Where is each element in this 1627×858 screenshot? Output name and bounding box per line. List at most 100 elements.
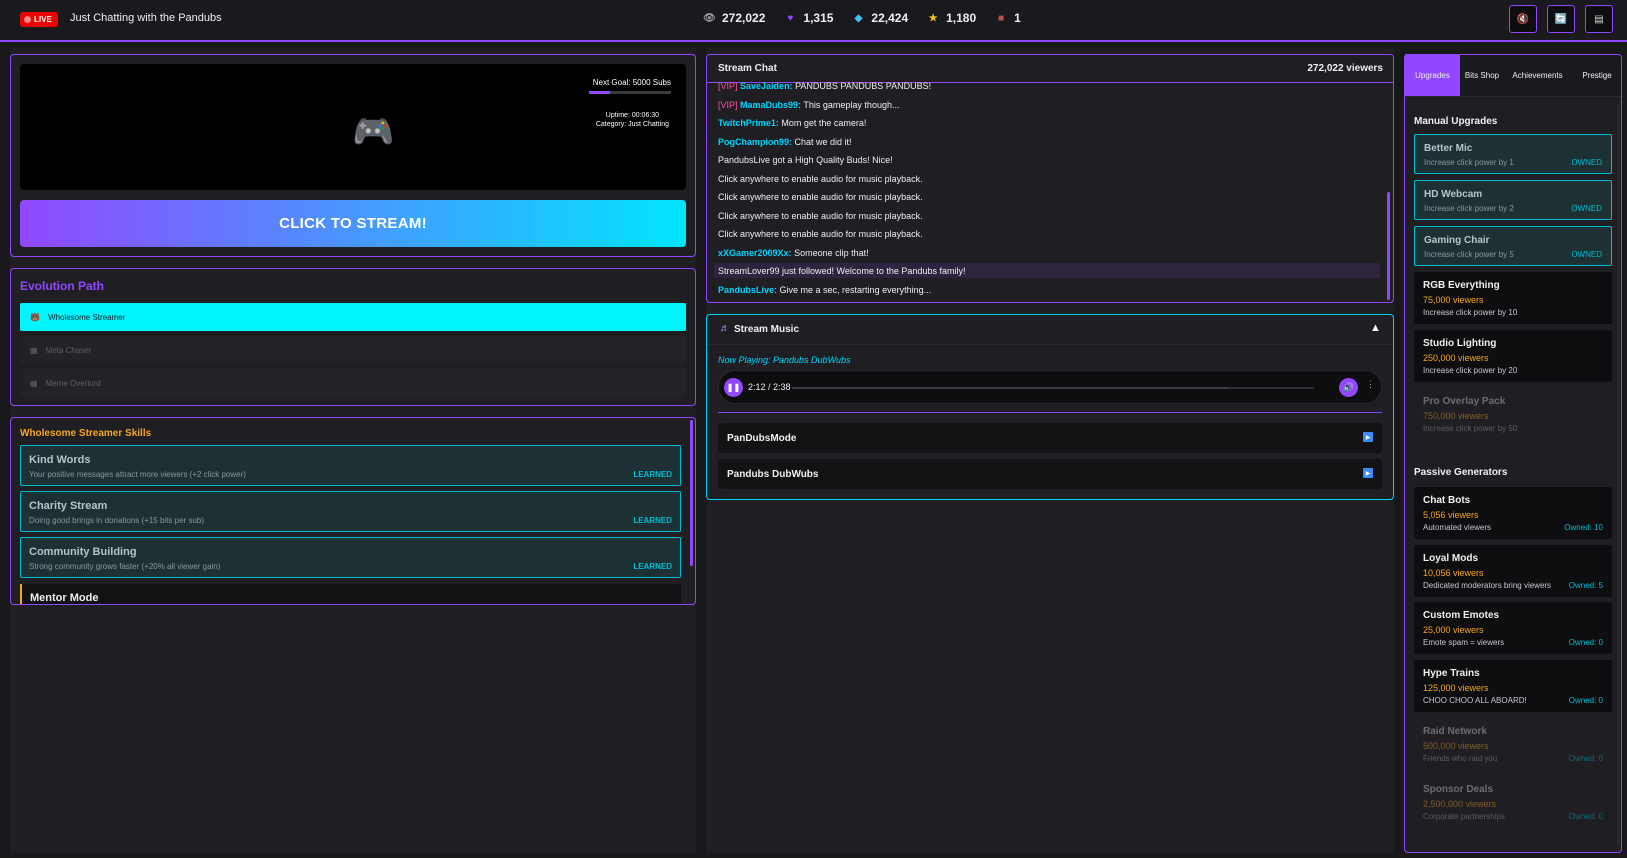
briefcase-icon: ■ [998,12,1005,24]
chat-viewers: 272,022 viewers [1307,63,1383,74]
skill-status: LEARNED [633,562,672,571]
generator-cost: 2,500,000 viewers [1423,799,1497,809]
track-item[interactable]: Pandubs DubWubs ▶ [718,459,1382,489]
sub-goal: Next Goal: 5000 Subs [589,78,671,94]
upgrade-rgb-everything[interactable]: RGB Everything 75,000 viewers Increase c… [1414,272,1612,324]
chat-username[interactable]: TwitchPrime1: [718,118,779,128]
upgrade-status: OWNED [1571,250,1602,259]
live-label: LIVE [34,15,52,24]
lock-icon: ▦ [30,345,38,355]
skill-name: Mentor Mode [30,592,99,604]
evolution-item-label: Wholesome Streamer [47,312,126,322]
track-name: PanDubsMode [727,433,797,444]
chat-header [707,55,1393,83]
refresh-button[interactable]: 🔄 [1547,5,1575,33]
skills-scrollbar[interactable] [690,420,693,566]
evolution-item-label: Meme Overlord [45,378,101,388]
skill-charity-stream[interactable]: Charity Stream Doing good brings in dona… [20,491,681,532]
upgrades-scrollbar[interactable] [1617,105,1620,845]
evolution-item-meta-chaser[interactable]: ▦ Meta Chaser [20,336,686,364]
generator-cost: 125,000 viewers [1423,683,1489,693]
play-icon[interactable]: ▶ [1363,468,1373,478]
volume-button[interactable]: 🔊 [1339,378,1358,397]
pause-button[interactable]: ❚❚ [724,378,743,397]
mute-button[interactable]: 🔇 [1509,5,1537,33]
play-icon[interactable]: ▶ [1363,432,1373,442]
chat-scrollbar[interactable] [1387,192,1390,300]
refresh-icon: 🔄 [1554,13,1568,25]
upgrade-name: Pro Overlay Pack [1423,396,1506,407]
more-options-icon[interactable]: ⋮ [1366,379,1375,390]
music-note-icon: ♬ [720,323,730,334]
chat-title: Stream Chat [718,63,777,74]
upgrade-name: Gaming Chair [1424,235,1490,246]
upgrade-cost: 750,000 viewers [1423,411,1489,421]
generator-owned: Owned: 10 [1564,523,1603,532]
viewers-stat: 👁 272,022 [703,11,765,25]
collapse-button[interactable]: ▲ [1370,322,1381,334]
chat-username[interactable]: SaveJaiden: [740,81,793,91]
generator-hype-trains[interactable]: Hype Trains 125,000 viewers CHOO CHOO AL… [1414,660,1612,712]
mute-icon: 🔇 [1516,13,1530,25]
prestige-stat: ■ 1 [995,11,1021,25]
upgrade-studio-lighting[interactable]: Studio Lighting 250,000 viewers Increase… [1414,330,1612,382]
chat-message: [VIP] SaveJaiden: PANDUBS PANDUBS PANDUB… [718,81,931,91]
goal-label: Next Goal: 5000 Subs [592,78,671,87]
save-button[interactable]: ▤ [1585,5,1613,33]
seek-bar[interactable] [792,387,1314,389]
upgrade-status: OWNED [1571,204,1602,213]
generator-desc: Dedicated moderators bring viewers [1423,581,1552,590]
tab-achievements[interactable]: Achievements [1505,54,1570,96]
diamond-icon: ◆ [854,12,863,24]
generator-chat-bots[interactable]: Chat Bots 5,056 viewers Automated viewer… [1414,487,1612,539]
chat-message: TwitchPrime1: Mom get the camera! [718,118,866,128]
skill-desc: Your positive messages attract more view… [29,470,246,479]
skill-kind-words[interactable]: Kind Words Your positive messages attrac… [20,445,681,486]
generator-raid-network[interactable]: Raid Network 500,000 viewers Friends who… [1414,718,1612,770]
bear-icon: 🐻 [30,312,40,322]
skill-desc: Strong community grows faster (+20% all … [29,562,221,571]
evolution-item-meme-overlord[interactable]: ▦ Meme Overlord [20,369,686,397]
chat-text: Mom get the camera! [781,118,867,128]
chat-username[interactable]: MamaDubs99: [740,100,801,110]
viewers-value: 272,022 [722,11,766,25]
upgrade-name: Better Mic [1424,143,1473,154]
generator-custom-emotes[interactable]: Custom Emotes 25,000 viewers Emote spam … [1414,602,1612,654]
generator-cost: 5,056 viewers [1423,510,1479,520]
skill-mentor-mode[interactable]: Mentor Mode [20,584,681,604]
vip-badge: [VIP] [718,81,738,91]
subs-stat: ★ 1,180 [927,11,977,25]
star-icon: ★ [928,12,938,24]
generator-loyal-mods[interactable]: Loyal Mods 10,056 viewers Dedicated mode… [1414,545,1612,597]
save-icon: ▤ [1594,13,1604,25]
tab-bits-shop[interactable]: Bits Shop [1462,54,1502,96]
chat-system-message: Click anywhere to enable audio for music… [718,211,923,221]
track-item[interactable]: PanDubsMode ▶ [718,423,1382,453]
skills-title: Wholesome Streamer Skills [20,428,152,439]
generator-sponsor-deals[interactable]: Sponsor Deals 2,500,000 viewers Corporat… [1414,776,1612,828]
click-to-stream-button[interactable]: CLICK TO STREAM! [20,200,686,247]
generator-cost: 10,056 viewers [1423,568,1484,578]
bits-value: 22,424 [871,11,909,25]
evolution-item-wholesome-streamer[interactable]: 🐻 Wholesome Streamer [20,303,686,331]
category-text: Category: Just Chatting [595,121,669,128]
chat-text: Someone clip that! [794,248,869,258]
chat-system-message: Click anywhere to enable audio for music… [718,174,923,184]
tab-upgrades[interactable]: Upgrades [1405,54,1460,96]
upgrade-gaming-chair[interactable]: Gaming Chair Increase click power by 5 O… [1414,226,1612,266]
upgrade-pro-overlay-pack[interactable]: Pro Overlay Pack 750,000 viewers Increas… [1414,388,1612,440]
pause-icon: ❚❚ [726,383,741,392]
chat-username[interactable]: xXGamer2009Xx: [718,248,792,258]
upgrade-better-mic[interactable]: Better Mic Increase click power by 1 OWN… [1414,134,1612,174]
tab-prestige[interactable]: Prestige [1573,54,1621,96]
upgrade-desc: Increase click power by 1 [1424,158,1514,167]
evolution-item-label: Meta Chaser [45,345,92,355]
chat-message: PogChampion99: Chat we did it! [718,137,852,147]
skill-status: LEARNED [633,516,672,525]
chat-username[interactable]: PandubsLive: [718,285,777,295]
chat-username[interactable]: PogChampion99: [718,137,792,147]
generator-name: Raid Network [1423,726,1487,737]
upgrade-hd-webcam[interactable]: HD Webcam Increase click power by 2 OWNE… [1414,180,1612,220]
skill-community-building[interactable]: Community Building Strong community grow… [20,537,681,578]
seek-progress [792,387,1228,389]
